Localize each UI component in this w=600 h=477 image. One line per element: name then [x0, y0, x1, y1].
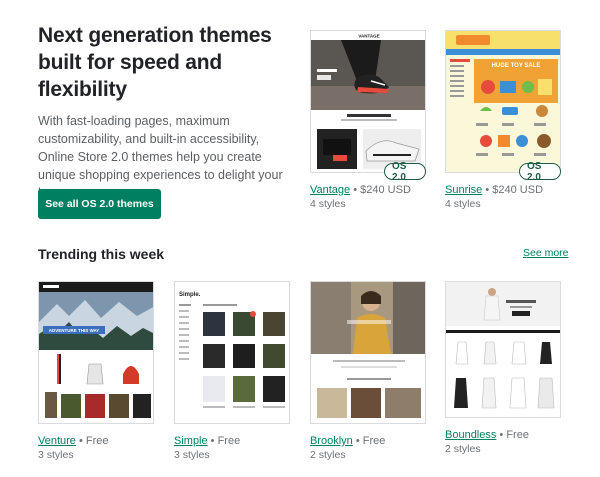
hero-title: Next generation themes built for speed a… — [38, 24, 272, 101]
theme-meta-sunrise: Sunrise • $240 USD — [445, 184, 543, 196]
theme-meta-boundless: Boundless • Free — [445, 429, 529, 441]
theme-styles-count: 3 styles — [174, 449, 210, 461]
theme-thumbnail-simple[interactable]: Simple. — [174, 281, 290, 424]
venture-thumb-banner: ADVENTURE THIS WAY — [49, 328, 100, 333]
os2-badge: OS 2.0 — [519, 161, 561, 183]
theme-card-sunrise[interactable]: HUGE TOY SALE OS 2.0 Sunrise • $240 USD … — [445, 30, 561, 215]
theme-link-sunrise[interactable]: Sunrise — [445, 184, 482, 196]
theme-styles-count: 4 styles — [445, 198, 481, 210]
theme-meta-vantage: Vantage • $240 USD — [310, 184, 411, 196]
venture-preview-image: ADVENTURE THIS WAY — [39, 282, 153, 423]
trending-section-title: Trending this week — [38, 246, 165, 262]
theme-link-boundless[interactable]: Boundless — [445, 429, 496, 441]
vantage-preview-image: VANTAGE — [311, 31, 425, 172]
sunrise-thumb-banner: HUGE TOY SALE — [492, 63, 541, 69]
theme-thumbnail-boundless[interactable] — [445, 281, 561, 418]
theme-price: • Free — [75, 435, 109, 447]
theme-price: • Free — [207, 435, 241, 447]
theme-price: • Free — [352, 435, 386, 447]
theme-card-vantage[interactable]: VANTAGE OS 2.0 Vantage • $240 USD 4 styl… — [310, 30, 426, 215]
theme-card-brooklyn[interactable]: Brooklyn • Free 2 styles — [310, 281, 426, 466]
see-all-os2-themes-button[interactable]: See all OS 2.0 themes — [38, 189, 161, 219]
simple-thumb-brand: Simple. — [179, 292, 201, 298]
theme-thumbnail-venture[interactable]: ADVENTURE THIS WAY — [38, 281, 154, 424]
theme-link-simple[interactable]: Simple — [174, 435, 208, 447]
theme-price: • Free — [496, 429, 529, 441]
theme-meta-venture: Venture • Free — [38, 435, 109, 447]
theme-price: • $240 USD — [482, 184, 544, 196]
theme-link-vantage[interactable]: Vantage — [310, 184, 350, 196]
theme-price: • $240 USD — [350, 184, 411, 196]
theme-styles-count: 2 styles — [310, 449, 346, 461]
theme-thumbnail-brooklyn[interactable] — [310, 281, 426, 424]
theme-card-boundless[interactable]: Boundless • Free 2 styles — [445, 281, 561, 461]
theme-thumbnail-sunrise[interactable]: HUGE TOY SALE — [445, 30, 561, 173]
theme-card-venture[interactable]: ADVENTURE THIS WAY Venture • Free 3 styl… — [38, 281, 154, 466]
theme-styles-count: 3 styles — [38, 449, 74, 461]
simple-preview-image: Simple. — [175, 282, 289, 423]
theme-styles-count: 4 styles — [310, 198, 346, 210]
brooklyn-preview-image — [311, 282, 425, 423]
theme-meta-simple: Simple • Free — [174, 435, 240, 447]
see-more-link[interactable]: See more — [523, 247, 569, 259]
theme-meta-brooklyn: Brooklyn • Free — [310, 435, 385, 447]
theme-link-venture[interactable]: Venture — [38, 435, 76, 447]
vantage-thumb-brand: VANTAGE — [358, 34, 379, 39]
theme-styles-count: 2 styles — [445, 443, 481, 455]
boundless-preview-image — [446, 282, 560, 417]
theme-link-brooklyn[interactable]: Brooklyn — [310, 435, 353, 447]
theme-thumbnail-vantage[interactable]: VANTAGE — [310, 30, 426, 173]
theme-card-simple[interactable]: Simple. Simple • Free 3 styles — [174, 281, 290, 466]
os2-badge: OS 2.0 — [384, 161, 426, 183]
sunrise-preview-image: HUGE TOY SALE — [446, 31, 560, 172]
